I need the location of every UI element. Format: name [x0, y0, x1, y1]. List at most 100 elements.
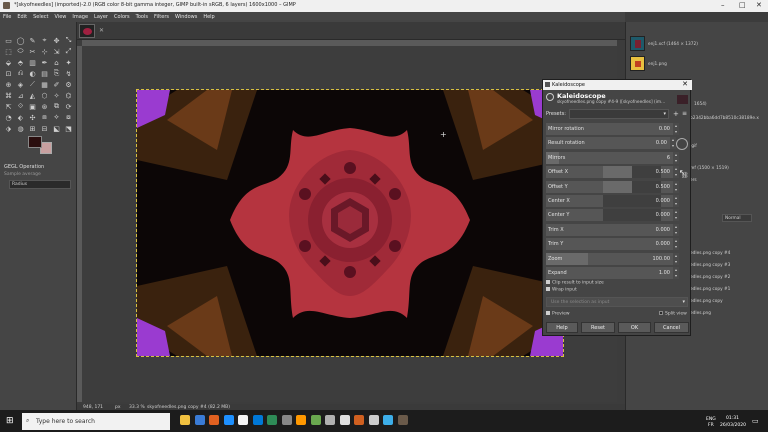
image-canvas[interactable]	[136, 89, 564, 357]
tool-icon[interactable]: ⬙	[4, 58, 13, 67]
language-indicator[interactable]: ENG	[706, 417, 716, 422]
tool-icon[interactable]: ✎	[28, 36, 37, 45]
spin-buttons[interactable]: ▴ ▾	[673, 238, 679, 251]
tool-icon[interactable]: ↯	[64, 69, 73, 78]
image-list-item[interactable]: b2342bba6dd7b8510c38189e.x	[690, 116, 759, 121]
param-trim-x[interactable]: Trim X 0.000 ▴ ▾	[546, 223, 679, 236]
region-indicator[interactable]: FR	[708, 423, 714, 428]
presets-dropdown[interactable]: ▾	[569, 109, 669, 119]
param-trim-y[interactable]: Trim Y 0.000 ▴ ▾	[546, 238, 679, 251]
image-thumbnail[interactable]	[630, 36, 645, 51]
param-center-y[interactable]: Center Y 0.000 ▴ ▾	[546, 209, 679, 222]
tool-icon[interactable]: ⎘	[52, 69, 61, 78]
clip-result-checkbox[interactable]: Clip result to input size	[546, 280, 604, 286]
image-list-item[interactable]: .gif	[690, 144, 697, 149]
param-value[interactable]: 100.00	[653, 256, 671, 262]
param-value[interactable]: 0.000	[656, 241, 670, 247]
tool-icon[interactable]: ⇲	[52, 47, 61, 56]
selection-input-dropdown[interactable]: Use the selection as input ▾	[546, 297, 688, 307]
app-icon[interactable]	[281, 415, 292, 425]
image-list-item[interactable]: ref (1500 × 1519)	[690, 166, 729, 171]
reset-button[interactable]: Reset	[581, 322, 615, 333]
tool-icon[interactable]: ⌖	[40, 36, 49, 45]
tool-icon[interactable]: ⊹	[40, 47, 49, 56]
tool-icon[interactable]: ⚙	[64, 80, 73, 89]
tool-icon[interactable]: ⬕	[52, 124, 61, 133]
tool-icon[interactable]: ▭	[4, 36, 13, 45]
app-icon[interactable]	[368, 415, 379, 425]
tool-icon[interactable]: ⎌	[16, 69, 25, 78]
split-view-checkbox[interactable]: Split view	[659, 311, 687, 317]
tool-icon[interactable]: ⧇	[64, 113, 73, 122]
minimize-button[interactable]: –	[721, 1, 725, 9]
spin-buttons[interactable]: ▴ ▾	[673, 123, 679, 135]
tool-icon[interactable]: ⬔	[64, 124, 73, 133]
tool-icon[interactable]: ⧉	[52, 102, 61, 111]
tool-icon[interactable]: ⬚	[4, 47, 13, 56]
cancel-button[interactable]: Cancel	[654, 322, 689, 333]
param-value[interactable]: 0.000	[656, 227, 670, 233]
chain-link-icon[interactable]: ⛓	[681, 172, 689, 179]
tool-icon[interactable]: ⬘	[16, 58, 25, 67]
param-offset-x[interactable]: Offset X 0.500 ▴ ▾	[546, 166, 679, 179]
spin-buttons[interactable]: ▴ ▾	[673, 195, 679, 207]
tool-icon[interactable]: ⬗	[4, 124, 13, 133]
spin-buttons[interactable]: ▴ ▾	[673, 180, 679, 193]
add-preset-icon[interactable]: +	[673, 110, 679, 118]
param-mirrors[interactable]: Mirrors 6 ▴ ▾	[546, 151, 679, 164]
tool-icon[interactable]: ⟡	[52, 113, 61, 122]
tool-icon[interactable]: ⤡	[64, 36, 73, 45]
param-value[interactable]: 1.00	[659, 270, 670, 276]
firefox-icon[interactable]	[209, 415, 219, 425]
menu-edit[interactable]: Edit	[14, 12, 30, 20]
tool-icon[interactable]: ✦	[64, 58, 73, 67]
tool-icon[interactable]: ⬖	[16, 113, 25, 122]
close-window-button[interactable]: ✕	[756, 1, 762, 9]
menu-tools[interactable]: Tools	[133, 12, 151, 20]
menu-filters[interactable]: Filters	[151, 12, 172, 20]
ok-button[interactable]: OK	[618, 322, 651, 333]
edge-icon[interactable]	[194, 415, 205, 425]
param-value[interactable]: 0.000	[656, 212, 670, 218]
rotation-dial[interactable]	[676, 138, 688, 150]
app-icon[interactable]	[310, 415, 321, 425]
gimp-taskbar-icon[interactable]	[397, 415, 408, 425]
close-tab-icon[interactable]: ✕	[99, 27, 104, 34]
vlc-icon[interactable]	[296, 415, 306, 425]
tool-icon[interactable]: ⟳	[64, 102, 73, 111]
param-value[interactable]: 0.500	[656, 169, 670, 175]
tool-icon[interactable]: ▥	[28, 58, 37, 67]
param-slider-track[interactable]	[603, 209, 661, 222]
clock-date[interactable]: 26/03/2020	[720, 423, 746, 428]
tool-icon[interactable]: ⌘	[4, 91, 13, 100]
tool-icon[interactable]: ⤢	[64, 47, 73, 56]
app-icon[interactable]	[354, 415, 364, 425]
menu-view[interactable]: View	[52, 12, 70, 20]
image-list-item[interactable]: enj1.xcf (1464 × 1372)	[648, 42, 698, 47]
wrap-input-checkbox[interactable]: Wrap input	[546, 287, 577, 293]
tool-icon[interactable]: ⌬	[64, 91, 73, 100]
spin-buttons[interactable]: ▴ ▾	[673, 252, 679, 265]
menu-file[interactable]: File	[0, 12, 14, 20]
param-value[interactable]: 6	[667, 155, 670, 161]
param-mirror-rotation[interactable]: Mirror rotation 0.00 ▴ ▾	[546, 123, 679, 135]
tool-icon[interactable]: ◐	[28, 69, 37, 78]
image-thumbnail[interactable]	[630, 56, 645, 71]
clock-time[interactable]: 01:31	[726, 416, 739, 421]
app-icon[interactable]	[339, 415, 350, 425]
param-value[interactable]: 0.000	[656, 198, 670, 204]
tool-icon[interactable]: ⧈	[40, 113, 49, 122]
tool-icon[interactable]: ⬭	[16, 47, 25, 56]
param-expand[interactable]: Expand 1.00 ▴ ▾	[546, 267, 679, 279]
steam-icon[interactable]	[267, 415, 277, 425]
spin-buttons[interactable]: ▴ ▾	[673, 267, 679, 279]
tool-icon[interactable]: ⬡	[40, 91, 49, 100]
app-icon[interactable]	[238, 415, 248, 425]
tool-icon[interactable]: ✥	[52, 36, 61, 45]
help-button[interactable]: Help	[546, 322, 578, 333]
taskbar-search-input[interactable]: ⌕ Type here to search	[22, 413, 170, 430]
tool-icon[interactable]: ⊞	[28, 124, 37, 133]
spin-buttons[interactable]: ▴ ▾	[673, 151, 679, 164]
tool-icon[interactable]: ✣	[28, 113, 37, 122]
param-offset-y[interactable]: Offset Y 0.500 ▴ ▾	[546, 180, 679, 193]
